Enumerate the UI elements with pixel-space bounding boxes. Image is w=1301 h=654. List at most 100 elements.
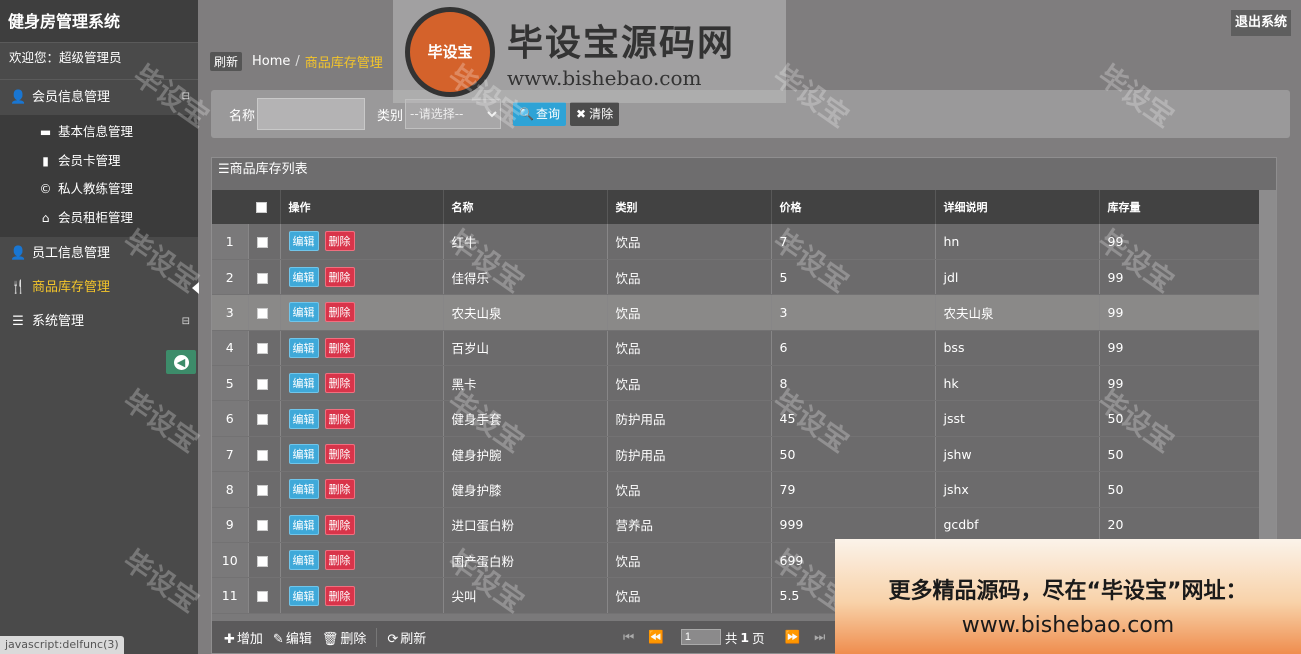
row-checkbox[interactable] xyxy=(256,449,268,461)
row-actions-cell: 编辑 删除 xyxy=(280,259,444,296)
page-number-input[interactable] xyxy=(680,629,721,645)
sidebar-item-member-info[interactable]: 👤 会员信息管理 ⊟ xyxy=(0,79,198,115)
row-actions-cell: 编辑 删除 xyxy=(280,294,444,331)
sidebar-subitem-coach[interactable]: © 私人教练管理 xyxy=(0,175,198,204)
row-checkbox[interactable] xyxy=(256,520,268,532)
cell-description: gcdbf xyxy=(935,507,1100,544)
table-row[interactable]: 8 编辑 删除 健身护膝 饮品 79 jshx 50 xyxy=(212,471,1261,508)
sidebar: 健身房管理系统 欢迎您：超级管理员 👤 会员信息管理 ⊟ ▬ 基本信息管理 ▮ … xyxy=(0,0,199,654)
row-delete-button[interactable]: 删除 xyxy=(324,585,355,606)
row-delete-button[interactable]: 删除 xyxy=(324,337,355,358)
row-edit-button[interactable]: 编辑 xyxy=(288,231,319,252)
watermark-logo-url: www.bishebao.com xyxy=(507,65,702,90)
row-edit-button[interactable]: 编辑 xyxy=(288,444,319,465)
column-header[interactable]: 名称 xyxy=(443,190,608,224)
row-delete-button[interactable]: 删除 xyxy=(324,373,355,394)
query-button-label: 查询 xyxy=(535,107,560,121)
row-delete-button[interactable]: 删除 xyxy=(324,514,355,535)
row-checkbox[interactable] xyxy=(256,307,268,319)
table-row[interactable]: 6 编辑 删除 健身手套 防护用品 45 jsst 50 xyxy=(212,400,1261,437)
type-select[interactable]: --请选择-- xyxy=(405,99,502,129)
row-edit-button[interactable]: 编辑 xyxy=(288,479,319,500)
next-page-icon[interactable]: ⏩ xyxy=(785,629,801,645)
row-delete-button[interactable]: 删除 xyxy=(324,444,355,465)
row-checkbox[interactable] xyxy=(256,591,268,603)
select-all-checkbox[interactable] xyxy=(256,202,267,213)
sidebar-item-inventory[interactable]: 🍴 商品库存管理 xyxy=(0,271,199,305)
row-delete-button[interactable]: 删除 xyxy=(324,231,355,252)
row-checkbox[interactable] xyxy=(256,272,268,284)
name-input[interactable] xyxy=(257,98,366,130)
sidebar-subitem-basic-info[interactable]: ▬ 基本信息管理 xyxy=(0,118,198,147)
row-delete-button[interactable]: 删除 xyxy=(324,302,355,323)
clear-button-label: 清除 xyxy=(589,107,614,121)
collapse-toggle-icon[interactable]: ⊟ xyxy=(182,305,190,339)
watermark-logo-text: 毕设宝源码网 www.bishebao.com xyxy=(507,14,735,90)
grid-title: 商品库存列表 xyxy=(229,162,308,177)
row-edit-button[interactable]: 编辑 xyxy=(288,550,319,571)
delete-button[interactable]: 🗑 删除 xyxy=(322,628,367,647)
welcome-text: 欢迎您：超级管理员 xyxy=(9,50,122,65)
table-row[interactable]: 4 编辑 删除 百岁山 饮品 6 bss 99 xyxy=(212,330,1261,367)
row-edit-button[interactable]: 编辑 xyxy=(288,337,319,358)
cell-description: jshx xyxy=(935,471,1100,508)
sidebar-subitem-locker[interactable]: ⌂ 会员租柜管理 xyxy=(0,204,198,233)
cell-type: 饮品 xyxy=(607,330,772,367)
column-header[interactable]: 价格 xyxy=(771,190,936,224)
row-actions-cell: 编辑 删除 xyxy=(280,436,444,473)
row-checkbox[interactable] xyxy=(256,378,268,390)
add-button[interactable]: ✚ 增加 xyxy=(224,628,263,647)
table-row[interactable]: 5 编辑 删除 黑卡 饮品 8 hk 99 xyxy=(212,365,1261,402)
table-row[interactable]: 2 编辑 删除 佳得乐 饮品 5 jdl 99 xyxy=(212,259,1261,296)
row-checkbox[interactable] xyxy=(256,555,268,567)
last-page-icon[interactable]: ⏭ xyxy=(814,629,825,645)
row-delete-button[interactable]: 删除 xyxy=(324,550,355,571)
row-select-cell xyxy=(248,436,281,473)
refresh-button[interactable]: ⟳ 刷新 xyxy=(376,627,426,647)
query-button[interactable]: 🔍 查询 xyxy=(513,102,566,126)
edit-button[interactable]: ✎ 编辑 xyxy=(273,628,312,647)
logout-button[interactable]: 退出系统 xyxy=(1230,10,1291,36)
collapse-toggle-icon[interactable]: ⊟ xyxy=(182,80,190,114)
cell-type: 饮品 xyxy=(607,542,772,579)
breadcrumb: 刷新 Home / 商品库存管理 xyxy=(210,52,383,71)
row-edit-button[interactable]: 编辑 xyxy=(288,373,319,394)
row-delete-button[interactable]: 删除 xyxy=(324,408,355,429)
sidebar-subitem-member-card[interactable]: ▮ 会员卡管理 xyxy=(0,147,198,176)
clear-button[interactable]: ✖ 清除 xyxy=(570,102,620,126)
column-header[interactable]: 操作 xyxy=(280,190,444,224)
row-delete-button[interactable]: 删除 xyxy=(324,267,355,288)
row-actions-cell: 编辑 删除 xyxy=(280,400,444,437)
row-edit-button[interactable]: 编辑 xyxy=(288,267,319,288)
row-delete-button[interactable]: 删除 xyxy=(324,479,355,500)
row-edit-button[interactable]: 编辑 xyxy=(288,514,319,535)
cutlery-icon: 🍴 xyxy=(10,280,27,295)
prev-page-icon[interactable]: ⏪ xyxy=(648,629,664,645)
column-header[interactable]: 详细说明 xyxy=(935,190,1100,224)
cell-description: hk xyxy=(935,365,1100,402)
table-row[interactable]: 9 编辑 删除 进口蛋白粉 营养品 999 gcdbf 20 xyxy=(212,507,1261,544)
table-row[interactable]: 1 编辑 删除 红牛 饮品 7 hn 99 xyxy=(212,224,1261,260)
row-edit-button[interactable]: 编辑 xyxy=(288,585,319,606)
row-edit-button[interactable]: 编辑 xyxy=(288,302,319,323)
row-checkbox[interactable] xyxy=(256,414,268,426)
watermark-logo-title: 毕设宝源码网 xyxy=(507,22,736,64)
sidebar-collapse-button[interactable]: ◀ xyxy=(166,350,196,374)
table-row[interactable]: 3 编辑 删除 农夫山泉 饮品 3 农夫山泉 99 xyxy=(212,294,1261,331)
column-header[interactable]: 库存量 xyxy=(1099,190,1261,224)
breadcrumb-home-link[interactable]: Home xyxy=(252,54,290,69)
row-checkbox[interactable] xyxy=(256,343,268,355)
row-checkbox[interactable] xyxy=(256,236,268,248)
search-icon: 🔍 xyxy=(519,107,534,121)
cell-name: 农夫山泉 xyxy=(443,294,608,331)
sidebar-item-staff-info[interactable]: 👤 员工信息管理 xyxy=(0,237,198,271)
row-edit-button[interactable]: 编辑 xyxy=(288,408,319,429)
cell-stock: 50 xyxy=(1099,471,1261,508)
sidebar-subitem-label: 私人教练管理 xyxy=(58,181,134,196)
breadcrumb-refresh-button[interactable]: 刷新 xyxy=(210,52,243,71)
sidebar-item-system[interactable]: ☰ 系统管理 ⊟ xyxy=(0,305,198,339)
column-header[interactable]: 类别 xyxy=(607,190,772,224)
row-checkbox[interactable] xyxy=(256,484,268,496)
table-row[interactable]: 7 编辑 删除 健身护腕 防护用品 50 jshw 50 xyxy=(212,436,1261,473)
first-page-icon[interactable]: ⏮ xyxy=(623,629,634,645)
